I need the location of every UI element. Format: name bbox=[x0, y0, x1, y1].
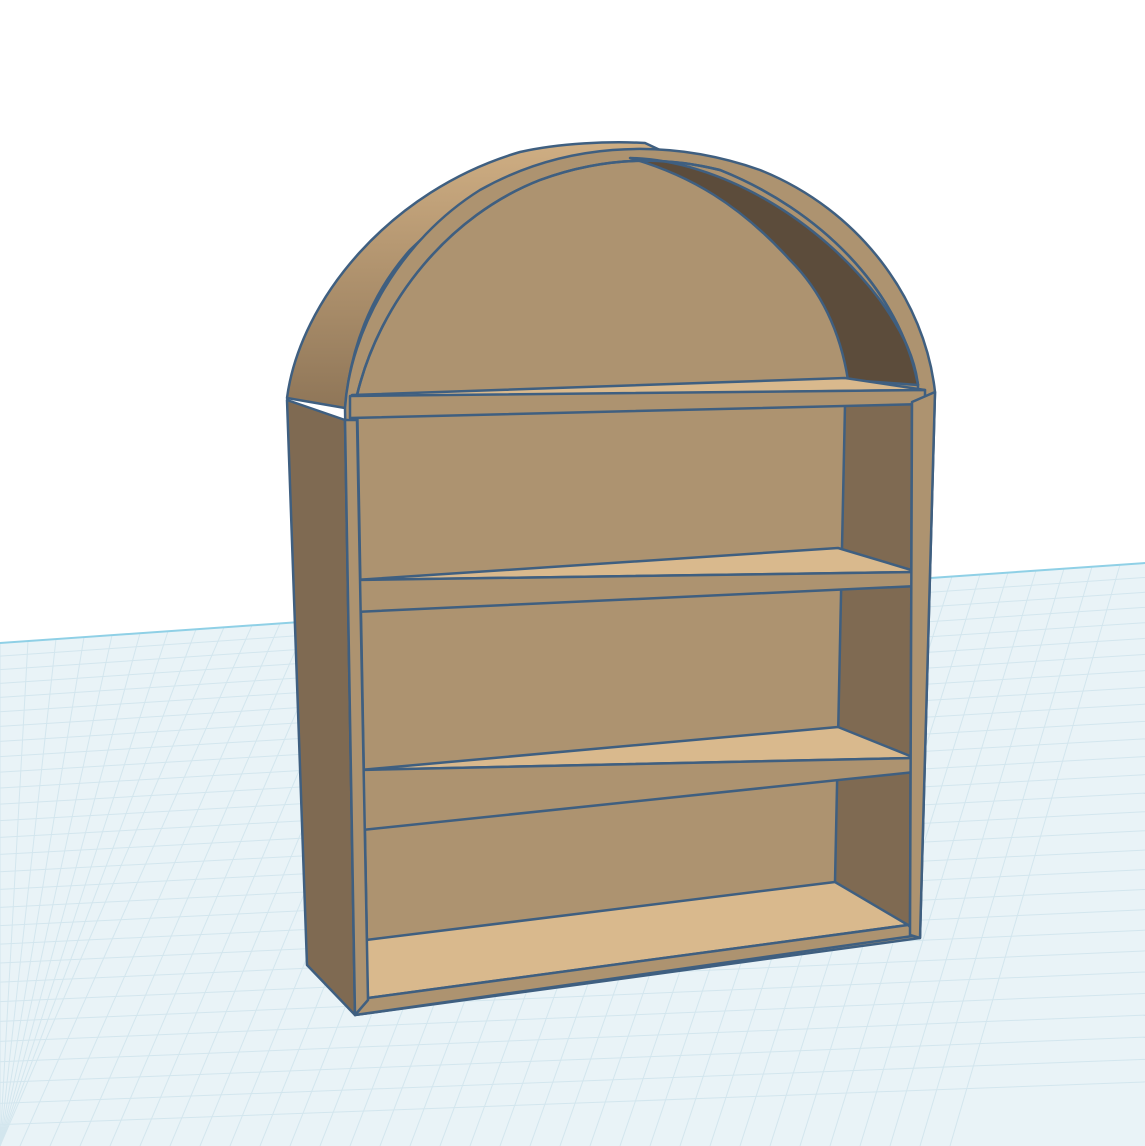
bookshelf-model[interactable] bbox=[285, 141, 937, 1017]
right-inner-wall bbox=[833, 400, 914, 937]
3d-viewport[interactable] bbox=[0, 0, 1145, 1146]
scene[interactable] bbox=[0, 0, 1145, 1146]
